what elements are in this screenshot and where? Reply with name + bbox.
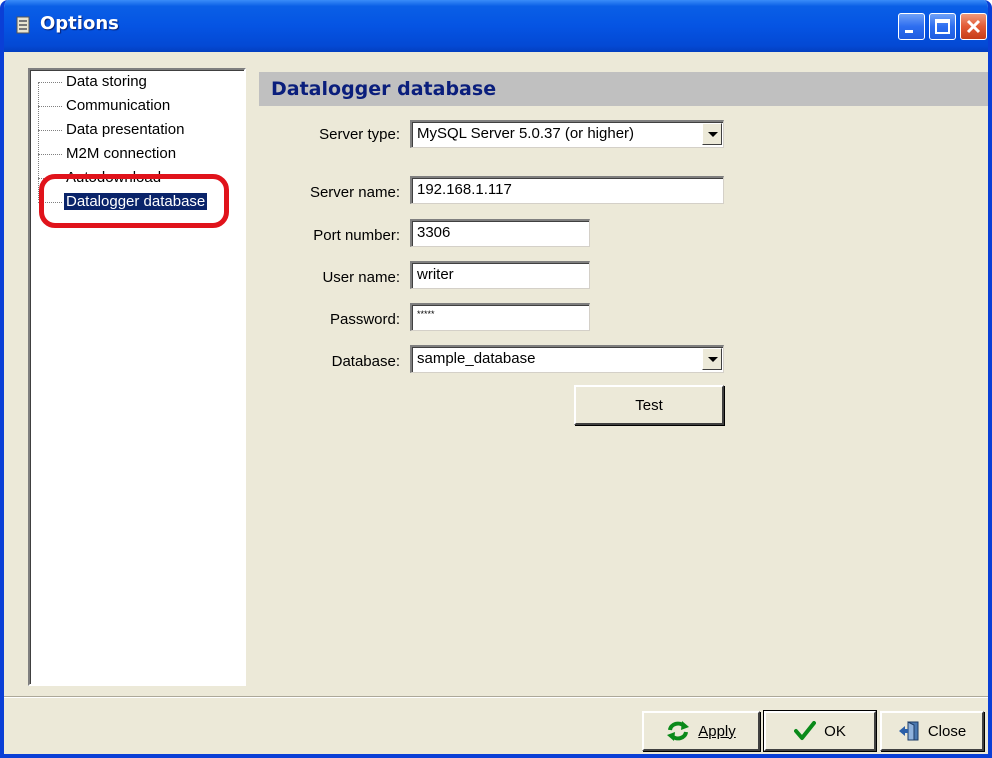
close-icon [966,19,981,34]
chevron-down-icon[interactable] [702,123,722,145]
port-number-field[interactable]: 3306 [410,219,590,247]
minimize-button[interactable] [898,13,925,40]
ok-button-label: OK [824,722,846,740]
minimize-icon [905,30,913,33]
server-name-field[interactable]: 192.168.1.117 [410,176,724,204]
tree-item-label: Communication [66,97,171,114]
password-label: Password: [329,311,400,328]
database-select[interactable]: sample_database [410,345,724,373]
window-title: Options [40,13,119,34]
test-button[interactable]: Test [574,385,724,425]
tree-item-communication[interactable]: Communication [38,96,172,116]
server-type-value: MySQL Server 5.0.37 (or higher) [417,125,635,142]
user-name-value: writer [417,266,454,283]
test-button-label: Test [635,396,663,414]
tree-item-label: Data presentation [66,121,185,138]
ok-button[interactable]: OK [763,710,877,752]
footer-divider [4,696,988,698]
password-value: ***** [417,309,435,319]
tree-item-m2m-connection[interactable]: M2M connection [38,144,178,164]
chevron-down-icon[interactable] [702,348,722,370]
section-header: Datalogger database [259,72,988,106]
server-name-label: Server name: [309,184,400,201]
tree-item-label: Autodownload [66,169,162,186]
server-type-label: Server type: [319,126,400,143]
options-app-icon [16,16,30,34]
database-label: Database: [331,353,400,370]
refresh-icon [667,721,690,741]
close-button[interactable]: Close [880,711,984,751]
apply-button-label: Apply [698,722,736,740]
tree-item-label: M2M connection [66,145,177,162]
tree-item-data-storing[interactable]: Data storing [38,72,149,92]
tree-item-autodownload[interactable]: Autodownload [38,168,163,188]
exit-door-icon [898,721,919,741]
password-field[interactable]: ***** [410,303,590,331]
checkmark-icon [794,721,817,740]
title-bar[interactable]: Options [4,0,988,52]
maximize-icon [935,19,950,34]
server-name-value: 192.168.1.117 [417,181,512,198]
options-window: Options Data storing Communication Data … [0,0,992,758]
maximize-button[interactable] [929,13,956,40]
tree-item-label: Data storing [66,73,147,90]
port-number-value: 3306 [417,224,451,241]
tree-item-label: Datalogger database [64,193,208,210]
tree-item-datalogger-database[interactable]: Datalogger database [38,192,208,212]
close-window-button[interactable] [960,13,987,40]
options-tree[interactable]: Data storing Communication Data presenta… [28,68,246,686]
port-number-label: Port number: [313,227,400,244]
server-type-select[interactable]: MySQL Server 5.0.37 (or higher) [410,120,724,148]
close-button-label: Close [927,722,967,740]
database-value: sample_database [417,350,536,367]
user-name-label: User name: [322,269,400,286]
user-name-field[interactable]: writer [410,261,590,289]
tree-item-data-presentation[interactable]: Data presentation [38,120,186,140]
apply-button[interactable]: Apply [642,711,760,751]
